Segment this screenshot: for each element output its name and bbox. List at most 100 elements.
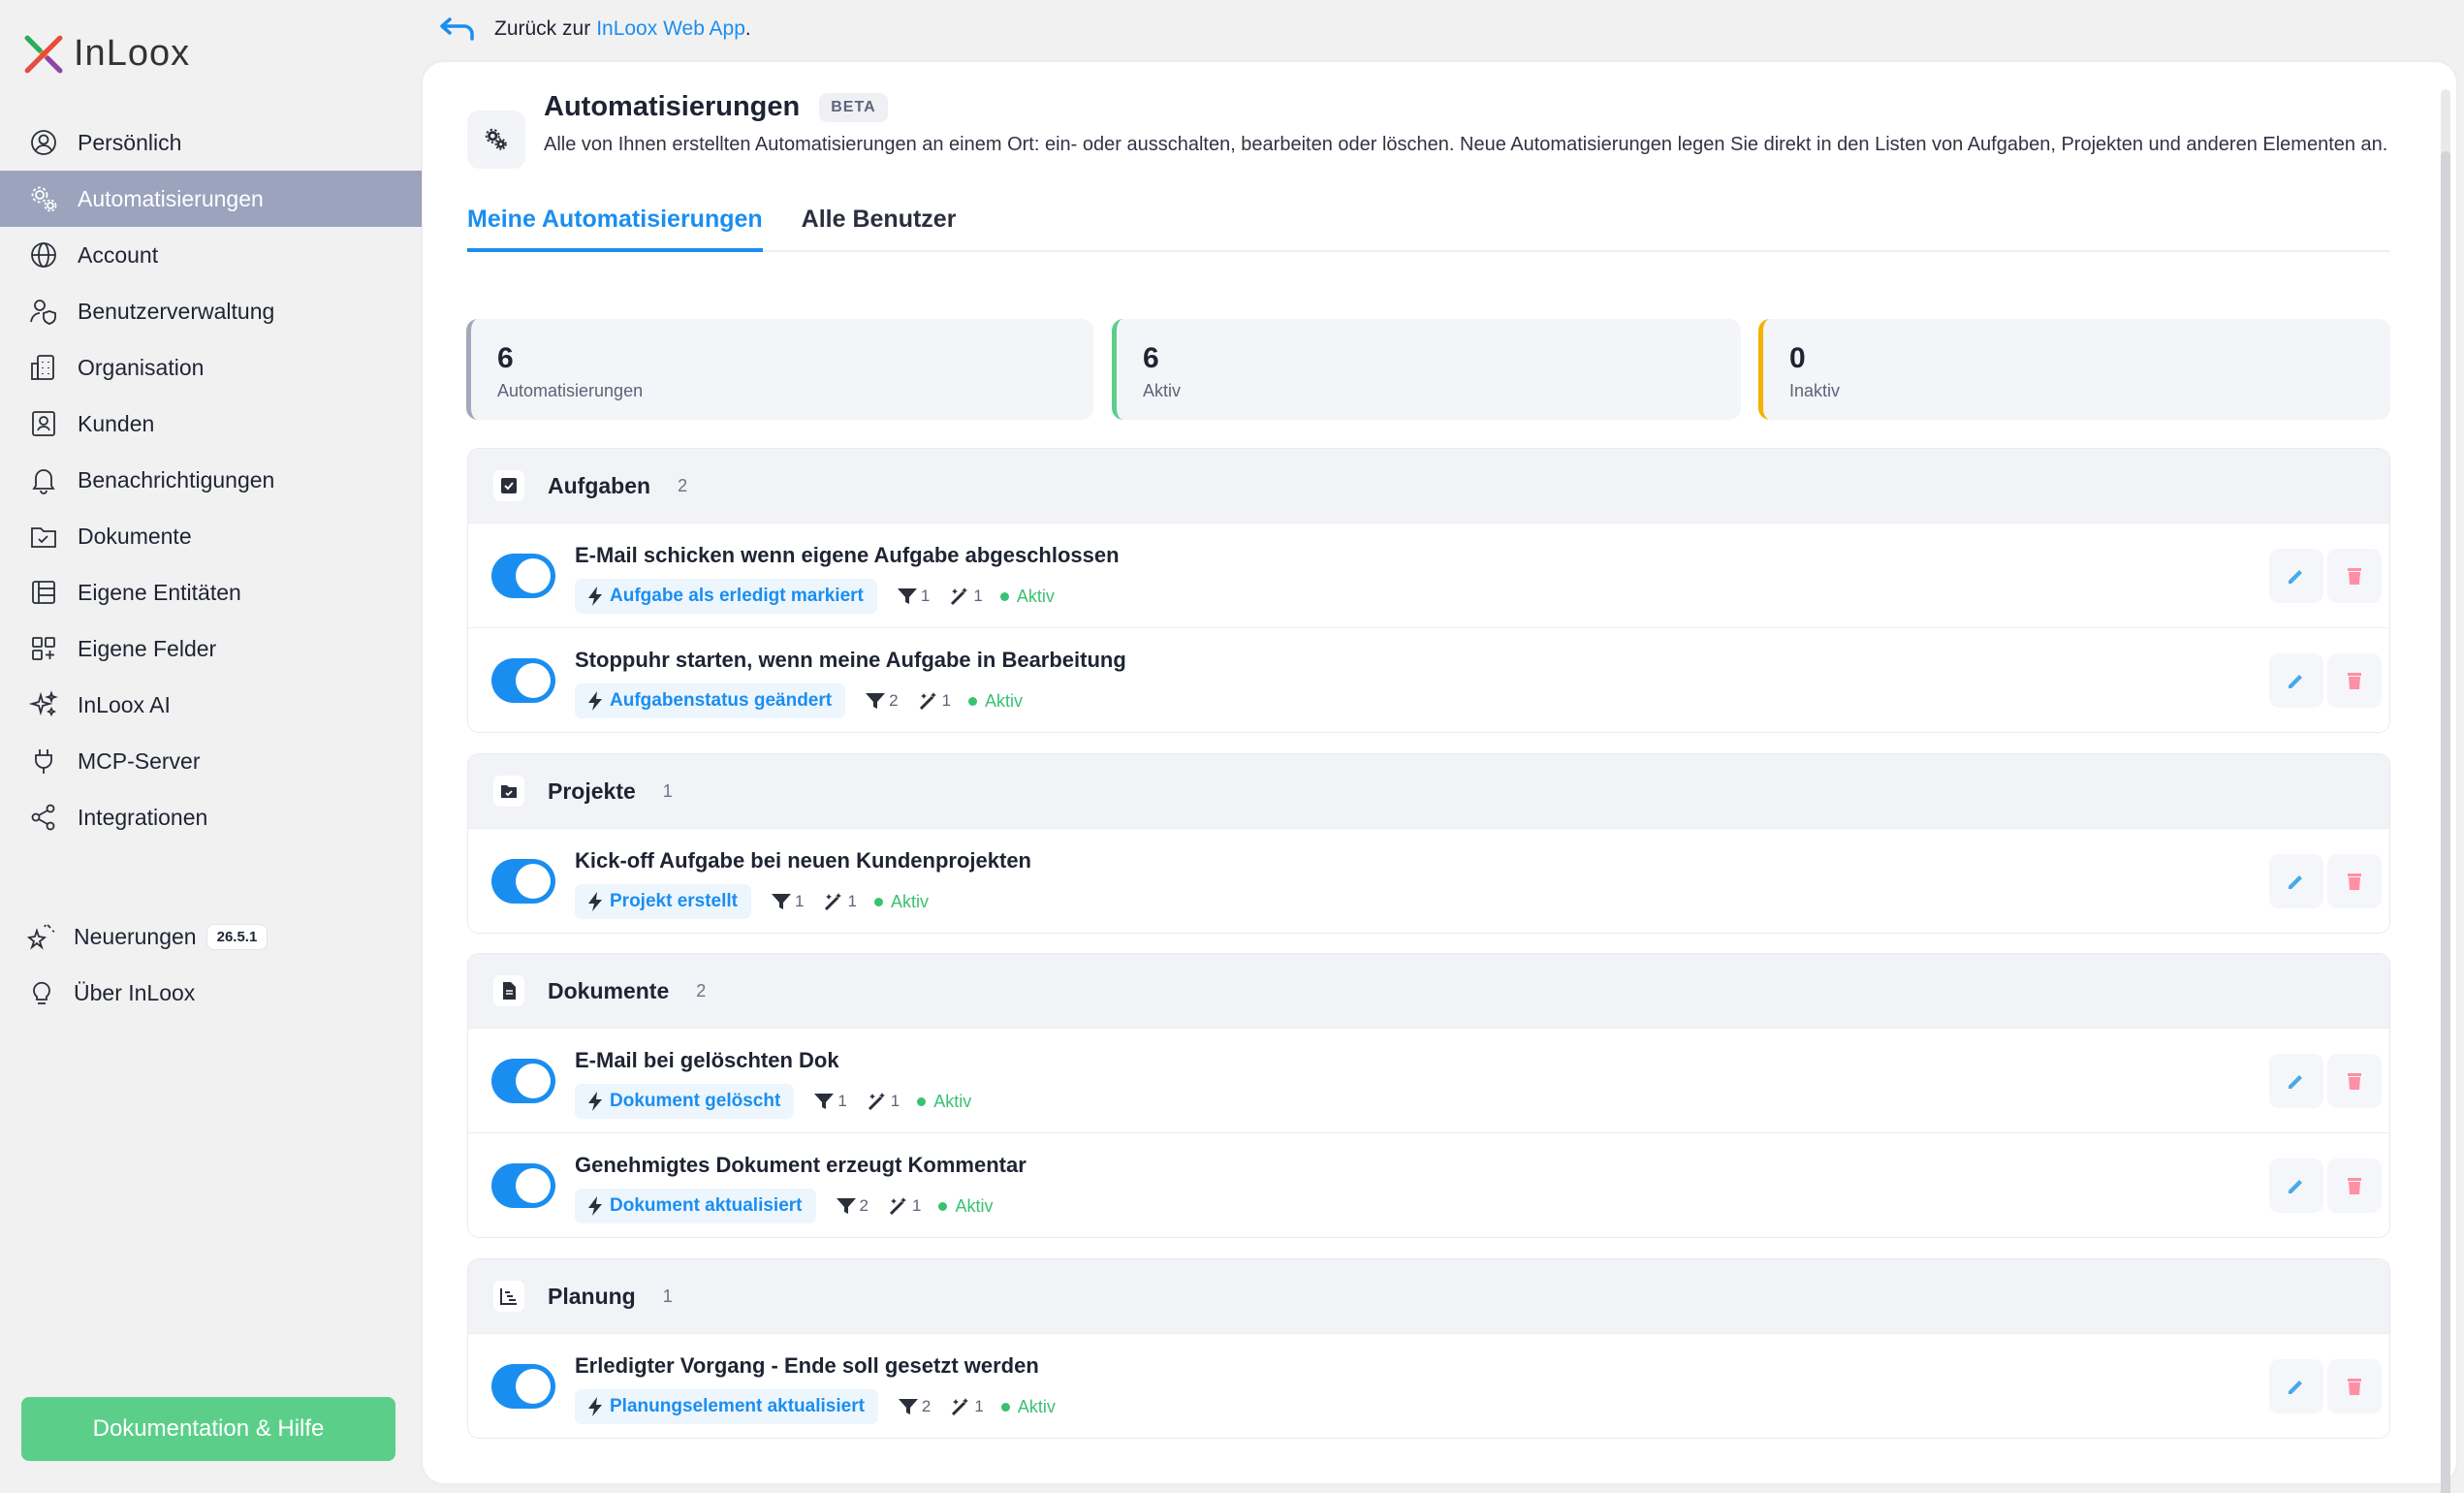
sidebar-item-benutzerverwaltung[interactable]: Benutzerverwaltung <box>0 283 422 339</box>
sidebar-item-eigene-entitaeten[interactable]: Eigene Entitäten <box>0 564 422 620</box>
delete-button[interactable] <box>2327 1054 2382 1108</box>
checkbox-icon <box>493 470 524 501</box>
automation-row: E-Mail schicken wenn eigene Aufgabe abge… <box>468 523 2389 627</box>
edit-button[interactable] <box>2269 854 2323 908</box>
sidebar-item-mcp-server[interactable]: MCP-Server <box>0 733 422 789</box>
automation-toggle[interactable] <box>491 658 555 703</box>
action-count-value: 1 <box>973 587 983 605</box>
trigger-label: Aufgabe als erledigt markiert <box>610 586 864 606</box>
sidebar-item-label: Dokumente <box>78 523 192 549</box>
pencil-icon <box>2289 570 2302 584</box>
status-label: Aktiv <box>1016 586 1055 606</box>
trigger-chip[interactable]: Aufgabe als erledigt markiert <box>575 579 877 614</box>
status-badge: Aktiv <box>968 691 1023 712</box>
automation-meta: Planungselement aktualisiert 2 1 Aktiv <box>575 1389 1056 1424</box>
sidebar-nav: Persönlich Automatisierungen Account Ben… <box>0 114 422 845</box>
sidebar-item-automatisierungen[interactable]: Automatisierungen <box>0 171 422 227</box>
trigger-chip[interactable]: Planungselement aktualisiert <box>575 1389 878 1424</box>
sidebar-item-persoenlich[interactable]: Persönlich <box>0 114 422 171</box>
filter-count: 1 <box>771 892 804 911</box>
pencil-icon <box>2289 875 2302 889</box>
sidebar-item-eigene-felder[interactable]: Eigene Felder <box>0 620 422 677</box>
filter-count: 1 <box>813 1092 847 1111</box>
page-title: Automatisierungen <box>544 91 801 122</box>
tab-meine-automatisierungen[interactable]: Meine Automatisierungen <box>467 204 763 252</box>
edit-button[interactable] <box>2269 1159 2323 1213</box>
delete-button[interactable] <box>2327 653 2382 708</box>
sidebar-item-integrationen[interactable]: Integrationen <box>0 789 422 845</box>
action-count: 1 <box>823 892 857 911</box>
status-dot <box>968 696 978 706</box>
sidebar-item-organisation[interactable]: Organisation <box>0 339 422 396</box>
edit-button[interactable] <box>2269 653 2323 708</box>
trash-icon <box>2348 568 2361 585</box>
sidebar-item-kunden[interactable]: Kunden <box>0 396 422 452</box>
sidebar-item-benachrichtigungen[interactable]: Benachrichtigungen <box>0 452 422 508</box>
trash-icon <box>2348 673 2361 689</box>
status-dot <box>873 897 883 906</box>
sidebar-item-ueber-inloox[interactable]: Über InLoox <box>0 965 422 1021</box>
sidebar-item-dokumente[interactable]: Dokumente <box>0 508 422 564</box>
automation-toggle[interactable] <box>491 1364 555 1409</box>
sidebar-item-neuerungen[interactable]: Neuerungen 26.5.1 <box>0 908 422 965</box>
edit-button[interactable] <box>2269 1054 2323 1108</box>
automation-toggle[interactable] <box>491 1059 555 1103</box>
trigger-label: Aufgabenstatus geändert <box>610 690 833 711</box>
brand-logo[interactable]: InLoox <box>23 33 190 75</box>
edit-button[interactable] <box>2269 1359 2323 1414</box>
action-count-value: 1 <box>911 1196 922 1215</box>
group-dokumente: Dokumente 2 E-Mail bei gelöschten Dok Do… <box>467 953 2390 1238</box>
back-link-bar: Zurück zur InLoox Web App . <box>438 14 751 45</box>
action-count-value: 1 <box>974 1397 984 1415</box>
sidebar-item-account[interactable]: Account <box>0 227 422 283</box>
documentation-help-button[interactable]: Dokumentation & Hilfe <box>21 1397 395 1461</box>
delete-button[interactable] <box>2327 854 2382 908</box>
action-count: 1 <box>918 691 951 711</box>
action-count: 1 <box>949 587 983 606</box>
inloox-logo-icon <box>24 35 63 73</box>
action-count: 1 <box>950 1397 984 1416</box>
action-count-value: 1 <box>941 691 952 710</box>
sidebar-item-inloox-ai[interactable]: InLoox AI <box>0 677 422 733</box>
delete-button[interactable] <box>2327 1159 2382 1213</box>
lightning-icon <box>588 1196 602 1216</box>
automation-toggle[interactable] <box>491 859 555 904</box>
automation-toggle[interactable] <box>491 1163 555 1208</box>
status-badge: Aktiv <box>917 1092 971 1112</box>
trigger-label: Dokument aktualisiert <box>610 1195 803 1216</box>
status-label: Aktiv <box>985 690 1024 711</box>
share-nodes-icon <box>27 801 60 834</box>
filter-icon <box>772 894 791 909</box>
gears-icon <box>27 182 60 215</box>
trigger-chip[interactable]: Projekt erstellt <box>575 884 751 919</box>
main-panel: Automatisierungen BETA Alle von Ihnen er… <box>423 62 2456 1493</box>
lightning-icon <box>588 587 602 606</box>
delete-button[interactable] <box>2327 1359 2382 1414</box>
stat-card-active: 6 Aktiv <box>1112 319 1741 420</box>
edit-button[interactable] <box>2269 549 2323 603</box>
automation-row: E-Mail bei gelöschten Dok Dokument gelös… <box>468 1028 2389 1132</box>
automation-toggle[interactable] <box>491 554 555 598</box>
back-prefix: Zurück zur <box>494 17 591 40</box>
lightning-icon <box>588 1092 602 1111</box>
magic-wand-icon <box>951 588 968 606</box>
tab-alle-benutzer[interactable]: Alle Benutzer <box>802 204 957 252</box>
tab-bar: Meine Automatisierungen Alle Benutzer <box>467 204 2390 252</box>
back-arrow-icon[interactable] <box>438 14 479 45</box>
delete-button[interactable] <box>2327 549 2382 603</box>
contact-card-icon <box>27 407 60 440</box>
building-icon <box>27 351 60 384</box>
automation-meta: Aufgabe als erledigt markiert 1 1 Aktiv <box>575 579 1055 614</box>
back-link[interactable]: InLoox Web App <box>596 17 745 41</box>
sidebar-item-label: InLoox AI <box>78 691 171 717</box>
page-description: Alle von Ihnen erstellten Automatisierun… <box>544 134 2388 155</box>
stat-label: Aktiv <box>1143 381 1182 400</box>
automation-title: Erledigter Vorgang - Ende soll gesetzt w… <box>575 1353 1039 1378</box>
status-label: Aktiv <box>890 891 929 911</box>
trigger-chip[interactable]: Dokument gelöscht <box>575 1084 795 1119</box>
trigger-chip[interactable]: Dokument aktualisiert <box>575 1189 816 1223</box>
automation-meta: Dokument aktualisiert 2 1 Aktiv <box>575 1189 993 1223</box>
status-label: Aktiv <box>955 1195 994 1216</box>
trigger-chip[interactable]: Aufgabenstatus geändert <box>575 683 846 718</box>
scrollbar-thumb[interactable] <box>2441 151 2450 1493</box>
